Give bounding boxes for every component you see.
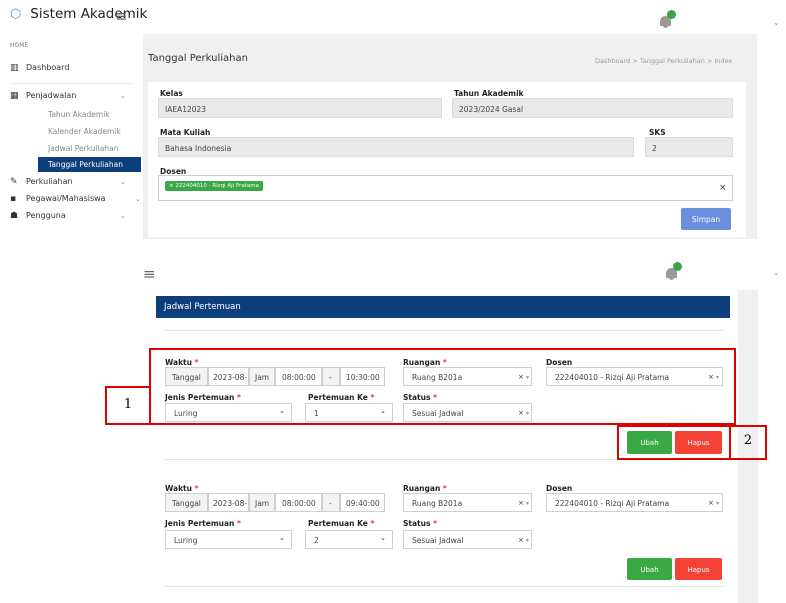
status-select[interactable]: Sesuai Jadwal × ▾: [403, 530, 532, 549]
calendar-icon: ▦: [10, 91, 19, 101]
ruangan-label: Ruangan *: [403, 484, 447, 493]
time-separator: -: [322, 493, 340, 512]
pertemuan-ke-label: Pertemuan Ke *: [308, 519, 374, 528]
chevron-down-icon: ⌄: [135, 195, 141, 203]
menu-toggle-icon[interactable]: ≡: [115, 7, 128, 25]
menu-toggle-icon[interactable]: ≡: [143, 265, 156, 283]
screenshot-root: ⬡ Sistem Akademik ≡ ⌄ HOME ▥ Dashboard ▦ P…: [0, 0, 786, 603]
jenis-pertemuan-select[interactable]: Luring ⌄: [165, 530, 292, 549]
app-title: Sistem Akademik: [30, 6, 148, 22]
required-mark: *: [370, 519, 375, 528]
jenis-pertemuan-label: Jenis Pertemuan *: [165, 519, 241, 528]
notification-bell-icon[interactable]: [658, 10, 680, 32]
mata-kuliah-field: Bahasa Indonesia: [158, 137, 634, 157]
sidebar-sub-tanggal-perkuliahan[interactable]: Tanggal Perkuliahan: [38, 157, 141, 172]
bar-chart-icon: ▥: [10, 63, 19, 73]
chevron-down-icon: ⌄: [120, 92, 126, 100]
dosen-select[interactable]: 222404010 - Rizqi Aji Pratama × ▾: [546, 493, 723, 512]
sidebar-item-penjadwalan[interactable]: ▦ Penjadwalan: [10, 91, 76, 101]
jenis-value: Luring: [174, 536, 198, 545]
sidebar-divider: [10, 83, 133, 84]
sidebar-item-label: Pengguna: [26, 211, 66, 220]
chevron-down-icon: ⌄: [380, 534, 386, 542]
hapus-button[interactable]: Hapus: [675, 558, 722, 580]
chevron-down-icon: ▾: [526, 500, 530, 507]
required-mark: *: [194, 484, 199, 493]
tahun-akademik-label: Tahun Akademik: [454, 89, 524, 98]
users-icon: ☗: [10, 211, 19, 221]
status-value: Sesuai Jadwal: [412, 536, 464, 545]
sidebar-sub-kalender-akademik[interactable]: Kalender Akademik: [48, 127, 121, 136]
jadwal-card-header: Jadwal Pertemuan: [156, 296, 730, 318]
clear-icon[interactable]: ×: [708, 499, 714, 507]
user-menu-chevron-icon[interactable]: ⌄: [773, 18, 780, 27]
divider: [165, 586, 723, 587]
jam-addon: Jam: [249, 493, 275, 512]
breadcrumb[interactable]: Dashboard > Tanggal Perkuliahan > Index: [595, 57, 732, 65]
sidebar-item-dashboard[interactable]: ▥ Dashboard: [10, 63, 69, 73]
pencil-icon: ✎: [10, 177, 18, 187]
label-text: Jenis Pertemuan: [165, 519, 235, 528]
tahun-akademik-field: 2023/2024 Gasal: [452, 98, 733, 118]
ruangan-select[interactable]: Ruang B201a × ▾: [403, 493, 532, 512]
user-menu-chevron-icon[interactable]: ⌄: [773, 268, 780, 277]
chevron-down-icon: ⌄: [279, 534, 285, 542]
sidebar-home-label: HOME: [10, 42, 29, 49]
notification-bell-icon[interactable]: [664, 262, 686, 284]
notification-badge: [667, 10, 676, 19]
label-text: Status: [403, 519, 431, 528]
jam-start-input[interactable]: 08:00:00: [275, 493, 322, 512]
ruangan-value: Ruang B201a: [412, 499, 463, 508]
label-text: Pertemuan Ke: [308, 519, 368, 528]
chevron-down-icon: ▾: [526, 537, 530, 544]
sidebar-sub-tahun-akademik[interactable]: Tahun Akademik: [48, 110, 110, 119]
callout-label-1: 1: [123, 397, 133, 412]
highlight-box-2: [617, 425, 731, 460]
kelas-field: IAEA12023: [158, 98, 442, 118]
page-title: Tanggal Perkuliahan: [148, 53, 248, 64]
chevron-down-icon: ▾: [716, 500, 720, 507]
highlight-box-1: [149, 348, 736, 425]
tanggal-input[interactable]: 2023-08-: [208, 493, 249, 512]
clear-icon[interactable]: ×: [518, 536, 524, 544]
callout-label-2: 2: [743, 433, 753, 448]
sidebar-item-label: Perkuliahan: [26, 177, 73, 186]
required-mark: *: [442, 484, 447, 493]
sks-label: SKS: [649, 128, 666, 137]
notification-badge: [673, 262, 682, 271]
jam-end-input[interactable]: 09:40:00: [340, 493, 385, 512]
label-text: Ruangan: [403, 484, 441, 493]
label-text: Waktu: [165, 484, 192, 493]
sidebar-item-label: Pegawai/Mahasiswa: [26, 194, 106, 203]
dosen-value: 222404010 - Rizqi Aji Pratama: [555, 499, 670, 508]
mata-kuliah-label: Mata Kuliah: [160, 128, 211, 137]
dosen-label: Dosen: [546, 484, 573, 493]
ubah-button[interactable]: Ubah: [627, 558, 672, 580]
tanggal-addon: Tanggal: [165, 493, 208, 512]
sidebar-sub-jadwal-perkuliahan[interactable]: Jadwal Perkuliahan: [48, 144, 118, 153]
sidebar-item-pengguna[interactable]: ☗ Pengguna: [10, 211, 66, 221]
sidebar-item-label: Penjadwalan: [26, 91, 77, 100]
dosen-tag[interactable]: × 222404010 - Rizqi Aji Pratama: [165, 181, 264, 191]
clear-icon[interactable]: ×: [518, 499, 524, 507]
simpan-button[interactable]: Simpan: [681, 208, 731, 230]
sidebar-item-perkuliahan[interactable]: ✎ Perkuliahan: [10, 177, 73, 187]
id-card-icon: ▪: [10, 194, 17, 204]
required-mark: *: [237, 519, 241, 528]
status-label: Status *: [403, 519, 437, 528]
required-mark: *: [433, 519, 437, 528]
pertemuan-value: 2: [314, 536, 319, 545]
sidebar-item-pegawai[interactable]: ▪ Pegawai/Mahasiswa: [10, 194, 106, 204]
sks-field: 2: [645, 137, 733, 157]
chevron-down-icon: ⌄: [120, 178, 126, 186]
sidebar-item-label: Dashboard: [26, 63, 70, 72]
graduation-cap-icon: ⬡: [10, 7, 22, 22]
kelas-label: Kelas: [160, 89, 183, 98]
waktu-label: Waktu *: [165, 484, 199, 493]
clear-selection-icon[interactable]: ×: [719, 183, 727, 193]
pertemuan-ke-select[interactable]: 2 ⌄: [305, 530, 393, 549]
chevron-down-icon: ⌄: [120, 212, 126, 220]
divider: [165, 330, 723, 331]
